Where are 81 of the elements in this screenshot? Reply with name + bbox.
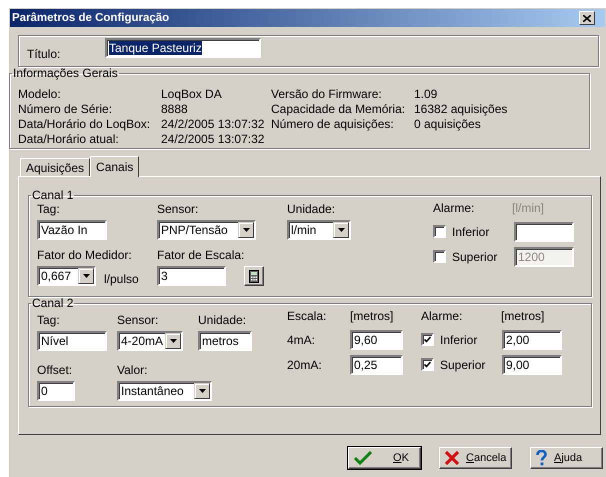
input-field[interactable]: Nível — [37, 331, 107, 351]
field-label: Inferior — [440, 332, 478, 346]
question-mark-icon — [536, 450, 547, 466]
field-label: Superior — [452, 250, 498, 264]
close-button[interactable] — [579, 11, 595, 25]
dropdown[interactable]: 0,667 — [37, 266, 96, 286]
dropdown[interactable]: PNP/Tensão — [157, 220, 256, 240]
close-icon — [583, 14, 591, 22]
field-label: Tag: — [37, 313, 61, 327]
field-label: 20mA: — [287, 358, 323, 372]
tab[interactable]: Canais — [90, 156, 140, 177]
field-label: Tag: — [37, 202, 61, 216]
input-field[interactable]: Vazão In — [37, 220, 107, 240]
field-label: Fator do Medidor: — [37, 248, 133, 262]
info-value: 16382 aquisições — [414, 102, 508, 116]
field-label: Superior — [440, 358, 486, 372]
help-button[interactable]: Ajuda — [530, 447, 603, 469]
window-title: Parâmetros de Configuração — [12, 11, 170, 25]
input-field[interactable]: 0,25 — [350, 354, 403, 374]
check-icon — [424, 361, 431, 368]
dropdown-arrow-icon — [242, 228, 250, 232]
dropdown[interactable]: Instantâneo — [117, 381, 212, 401]
input-field[interactable]: Tanque Pasteuriz — [105, 38, 261, 58]
field-label: Alarme: — [421, 309, 462, 325]
field-label: Alarme: — [433, 201, 474, 217]
info-label: Data/Horário atual: — [18, 132, 120, 146]
input-field[interactable]: metros — [198, 331, 252, 351]
input-field: 1200 — [514, 246, 574, 266]
check-icon — [424, 336, 431, 343]
group-title: Informações Gerais — [12, 67, 119, 79]
info-label: Versão do Firmware: — [271, 87, 383, 101]
info-label: Número de aquisições: — [271, 117, 395, 131]
checkbox[interactable] — [421, 358, 434, 371]
tab[interactable]: Aquisições — [20, 158, 90, 176]
dropdown-arrow-icon — [170, 339, 176, 343]
field-label: [l/min] — [512, 201, 546, 217]
input-field[interactable]: 3 — [157, 266, 226, 286]
field-label: Inferior — [452, 224, 490, 238]
input-field[interactable]: 9,60 — [350, 330, 403, 350]
close-icon — [445, 451, 459, 465]
group-title: Canal 2 — [31, 297, 74, 309]
field-label: Sensor: — [117, 313, 160, 327]
dropdown-arrow-icon — [338, 228, 344, 232]
input-field[interactable]: 9,00 — [502, 354, 562, 374]
checkbox[interactable] — [421, 333, 434, 346]
field-label: Valor: — [117, 363, 148, 377]
input-field[interactable] — [514, 222, 574, 242]
field-label: Unidade: — [287, 202, 336, 216]
info-label: Número de Série: — [18, 102, 114, 116]
info-value: 24/2/2005 13:07:32 — [161, 117, 266, 131]
dropdown-arrow-icon — [198, 389, 206, 393]
checkbox[interactable] — [433, 225, 446, 238]
dropdown[interactable]: 4-20mA — [117, 331, 183, 351]
checkmark-icon — [354, 451, 372, 465]
info-value: 1.09 — [414, 87, 438, 101]
field-label: Fator de Escala: — [157, 248, 246, 262]
field-label: [metros] — [501, 309, 546, 325]
calculator-button[interactable] — [244, 266, 264, 286]
info-label: Modelo: — [18, 87, 62, 101]
calculator-icon — [249, 270, 259, 282]
info-label: Capacidade da Memória: — [271, 102, 406, 116]
info-value: 8888 — [161, 102, 189, 116]
unit-label: l/pulso — [104, 272, 139, 286]
field-label: [metros] — [350, 309, 394, 325]
field-label: Offset: — [37, 363, 74, 377]
cancel-button[interactable]: Cancela — [439, 447, 512, 469]
dropdown[interactable]: l/min — [287, 220, 351, 240]
group-title: Canal 1 — [31, 189, 74, 201]
dropdown-arrow-icon — [82, 274, 90, 278]
field-label: Sensor: — [157, 202, 200, 216]
info-value: LoqBox DA — [161, 87, 223, 101]
input-field[interactable]: 0 — [37, 381, 75, 401]
info-value: 0 aquisições — [414, 117, 482, 131]
ok-button[interactable]: OK — [348, 447, 421, 469]
field-label: 4mA: — [287, 332, 316, 346]
field-label: Título: — [27, 46, 62, 60]
info-label: Data/Horário do LoqBox: — [18, 117, 152, 131]
info-value: 24/2/2005 13:07:32 — [161, 132, 266, 146]
field-label: Escala: — [287, 309, 328, 325]
input-field[interactable]: 2,00 — [502, 330, 562, 350]
field-label: Unidade: — [198, 313, 248, 327]
